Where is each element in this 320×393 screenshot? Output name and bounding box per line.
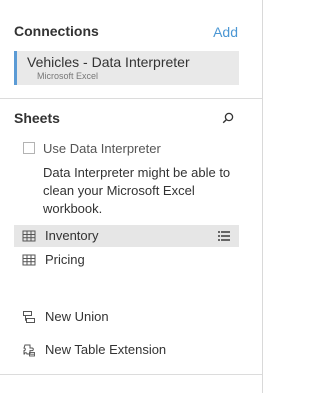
list-options-icon[interactable]	[218, 231, 230, 241]
search-icon[interactable]	[221, 111, 235, 125]
connection-name: Vehicles - Data Interpreter	[27, 54, 190, 70]
sheet-item-label: Inventory	[45, 228, 99, 243]
new-table-extension-button[interactable]: New Table Extension	[14, 339, 239, 361]
sheet-item-inventory[interactable]: Inventory	[14, 225, 239, 247]
table-icon	[22, 230, 36, 242]
section-divider	[0, 374, 262, 375]
add-connection-link[interactable]: Add	[213, 24, 238, 40]
table-extension-icon	[23, 344, 35, 357]
use-data-interpreter-label[interactable]: Use Data Interpreter	[43, 141, 161, 156]
connection-type: Microsoft Excel	[37, 71, 99, 81]
new-union-button[interactable]: New Union	[14, 306, 239, 328]
sheets-title: Sheets	[14, 110, 60, 126]
table-icon	[22, 254, 36, 266]
data-source-pane: Connections Add Vehicles - Data Interpre…	[0, 0, 263, 393]
connection-item[interactable]: Vehicles - Data Interpreter Microsoft Ex…	[14, 51, 239, 85]
use-data-interpreter-checkbox[interactable]	[23, 142, 35, 154]
sheet-item-pricing[interactable]: Pricing	[14, 249, 239, 271]
new-union-label: New Union	[45, 309, 109, 324]
data-interpreter-description: Data Interpreter might be able to clean …	[43, 165, 231, 216]
new-table-extension-label: New Table Extension	[45, 342, 167, 357]
connections-title: Connections	[14, 23, 99, 39]
union-icon	[23, 311, 35, 323]
sheet-item-label: Pricing	[45, 252, 85, 267]
section-divider	[0, 98, 262, 99]
